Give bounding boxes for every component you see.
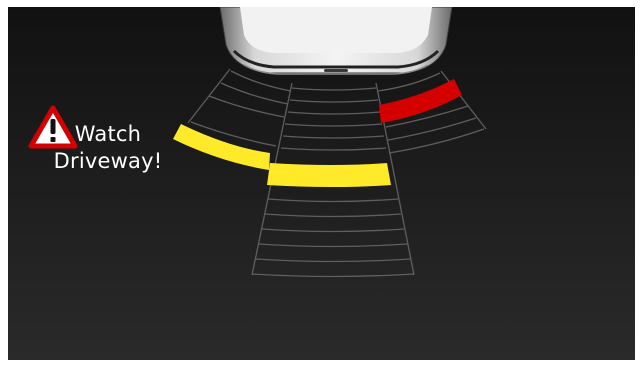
center-sensor-zone: [267, 163, 391, 187]
warning-line-2: Driveway!: [53, 149, 163, 173]
car-top-view: [219, 7, 453, 75]
warning-triangle-icon: [28, 105, 78, 149]
right-sensor-zone: [379, 79, 462, 123]
sensor-visualization: [173, 7, 487, 278]
parking-sensor-display: Watch Driveway!: [8, 7, 635, 360]
driveway-warning: Watch Driveway!: [28, 105, 188, 175]
